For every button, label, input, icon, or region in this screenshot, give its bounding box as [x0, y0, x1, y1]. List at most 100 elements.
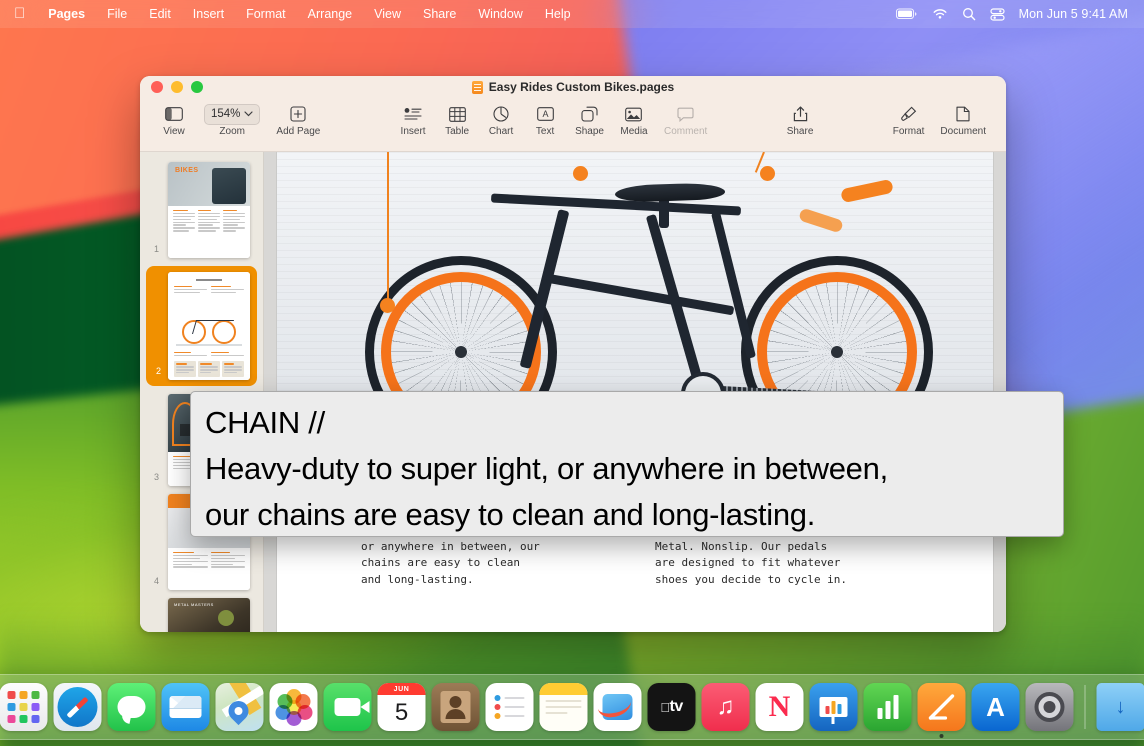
- dock-item-appletv[interactable]: tv: [648, 683, 696, 731]
- text-button[interactable]: A Text: [523, 100, 567, 137]
- page-thumbnail-2[interactable]: 2: [146, 266, 257, 386]
- dock-item-numbers[interactable]: [864, 683, 912, 731]
- window-controls: [140, 81, 203, 93]
- chart-label: Chart: [489, 126, 513, 137]
- window-title-group: Easy Rides Custom Bikes.pages: [140, 76, 1006, 98]
- dock-item-notes[interactable]: [540, 683, 588, 731]
- page-number: 2: [156, 366, 161, 376]
- menu-item-share[interactable]: Share: [412, 5, 467, 23]
- dock-item-freeform[interactable]: [594, 683, 642, 731]
- dock-item-downloads[interactable]: ↓: [1097, 683, 1144, 731]
- share-button[interactable]: Share: [778, 100, 822, 137]
- dock-item-reminders[interactable]: [486, 683, 534, 731]
- calendar-icon: JUN 5: [378, 683, 426, 731]
- menu-bar:  Pages File Edit Insert Format Arrange …: [0, 0, 1144, 28]
- insert-button[interactable]: Insert: [391, 100, 435, 137]
- shape-button[interactable]: Shape: [567, 100, 612, 137]
- hover-text-line-3: our chains are easy to clean and long-la…: [205, 492, 1049, 538]
- menu-item-file[interactable]: File: [96, 5, 138, 23]
- dock-item-app-store[interactable]: A: [972, 683, 1020, 731]
- window-titlebar: Easy Rides Custom Bikes.pages: [140, 76, 1006, 98]
- page-thumbnail-1[interactable]: 1 BIKES: [140, 158, 263, 262]
- dock-item-keynote[interactable]: [810, 683, 858, 731]
- chart-button[interactable]: Chart: [479, 100, 523, 137]
- pages-document-icon: [472, 81, 483, 94]
- dock-item-calendar[interactable]: JUN 5: [378, 683, 426, 731]
- dock-item-news[interactable]: N: [756, 683, 804, 731]
- table-label: Table: [445, 126, 469, 137]
- view-label: View: [163, 126, 185, 137]
- app-store-icon: A: [972, 683, 1020, 731]
- hover-text-line-2: Heavy-duty to super light, or anywhere i…: [205, 446, 1049, 492]
- numbers-icon: [864, 683, 912, 731]
- dock-item-mail[interactable]: [162, 683, 210, 731]
- menu-bar-clock[interactable]: Mon Jun 5 9:41 AM: [1019, 7, 1128, 21]
- comment-button[interactable]: Comment: [656, 100, 715, 137]
- search-icon[interactable]: [962, 7, 976, 21]
- dock-item-photos[interactable]: [270, 683, 318, 731]
- dock-item-music[interactable]: ♫: [702, 683, 750, 731]
- menu-bar-status-items: Mon Jun 5 9:41 AM: [896, 7, 1134, 21]
- calendar-day: 5: [378, 695, 426, 731]
- media-button[interactable]: Media: [612, 100, 656, 137]
- battery-icon[interactable]: [896, 8, 918, 20]
- dock-item-facetime[interactable]: [324, 683, 372, 731]
- toolbar-center-group: Insert Table Chart A Text: [391, 100, 715, 137]
- handlebar-grip-left: [798, 208, 844, 234]
- wifi-icon[interactable]: [932, 8, 948, 20]
- menu-item-arrange[interactable]: Arrange: [297, 5, 363, 23]
- comment-bubble-icon: [677, 103, 694, 125]
- menu-item-pages[interactable]: Pages: [37, 5, 96, 23]
- apple-logo-icon[interactable]: : [0, 6, 37, 21]
- freeform-icon: [594, 683, 642, 731]
- page-thumbnail-5[interactable]: 5 METAL MASTERS: [140, 594, 263, 632]
- callout-dot-handlebar[interactable]: [760, 166, 775, 181]
- table-button[interactable]: Table: [435, 100, 479, 137]
- menu-item-edit[interactable]: Edit: [138, 5, 182, 23]
- menu-item-format[interactable]: Format: [235, 5, 297, 23]
- zoom-button[interactable]: [191, 81, 203, 93]
- maps-icon: [216, 683, 264, 731]
- view-button[interactable]: View: [152, 100, 196, 137]
- menu-item-view[interactable]: View: [363, 5, 412, 23]
- launchpad-icon: [0, 683, 48, 731]
- dock-item-launchpad[interactable]: [0, 683, 48, 731]
- dock-item-safari[interactable]: [54, 683, 102, 731]
- page-number: 3: [154, 472, 159, 482]
- news-glyph: N: [769, 692, 791, 722]
- callout-dot-chain[interactable]: [380, 298, 395, 313]
- dock-item-contacts[interactable]: [432, 683, 480, 731]
- minimize-button[interactable]: [171, 81, 183, 93]
- comment-label: Comment: [664, 126, 707, 137]
- dock-item-messages[interactable]: [108, 683, 156, 731]
- dock-item-maps[interactable]: [216, 683, 264, 731]
- dock: JUN 5 tv ♫: [0, 674, 1144, 740]
- menu-item-insert[interactable]: Insert: [182, 5, 235, 23]
- page-number: 1: [154, 244, 159, 254]
- format-button[interactable]: Format: [885, 100, 933, 137]
- media-image-icon: [625, 103, 642, 125]
- notes-icon: [540, 683, 588, 731]
- zoom-control[interactable]: 154% Zoom: [196, 100, 268, 137]
- document-button[interactable]: Document: [932, 100, 994, 137]
- dock-item-pages[interactable]: [918, 683, 966, 731]
- insert-label: Insert: [401, 126, 426, 137]
- shape-label: Shape: [575, 126, 604, 137]
- apple-tv-glyph: tv: [670, 698, 683, 716]
- photos-icon: [270, 683, 318, 731]
- close-button[interactable]: [151, 81, 163, 93]
- callout-dot-saddle[interactable]: [573, 166, 588, 181]
- pages-icon: [918, 683, 966, 731]
- paintbrush-icon: [900, 103, 917, 125]
- add-page-button[interactable]: Add Page: [268, 100, 328, 137]
- media-label: Media: [620, 126, 647, 137]
- dock-separator: [1085, 685, 1086, 729]
- dock-item-system-settings[interactable]: [1026, 683, 1074, 731]
- share-upload-icon: [793, 103, 808, 125]
- hover-text-panel: CHAIN // Heavy-duty to super light, or a…: [190, 391, 1064, 537]
- menu-item-help[interactable]: Help: [534, 5, 582, 23]
- plus-box-icon: [290, 103, 306, 125]
- control-center-icon[interactable]: [990, 8, 1005, 21]
- zoom-value-pill[interactable]: 154%: [204, 104, 260, 125]
- menu-item-window[interactable]: Window: [467, 5, 533, 23]
